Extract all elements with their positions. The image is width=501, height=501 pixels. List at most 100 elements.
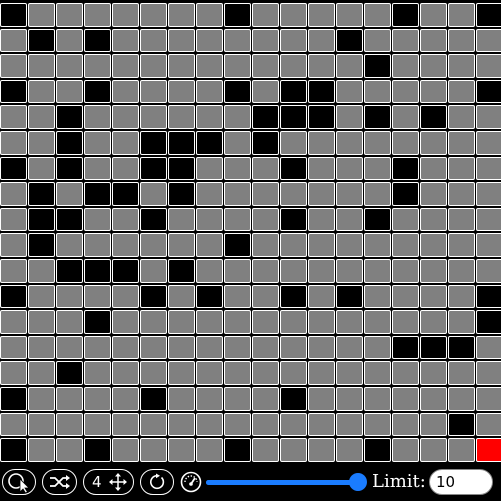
wall-cell[interactable] <box>140 386 167 411</box>
wall-cell[interactable] <box>280 284 307 309</box>
empty-cell[interactable] <box>0 105 27 129</box>
empty-cell[interactable] <box>196 386 223 411</box>
empty-cell[interactable] <box>84 130 111 155</box>
shuffle-button[interactable] <box>42 469 77 495</box>
empty-cell[interactable] <box>168 105 195 129</box>
reset-button[interactable] <box>140 469 174 495</box>
empty-cell[interactable] <box>196 310 223 334</box>
empty-cell[interactable] <box>476 105 501 129</box>
empty-cell[interactable] <box>392 54 419 78</box>
wall-cell[interactable] <box>0 284 27 309</box>
empty-cell[interactable] <box>28 54 55 78</box>
empty-cell[interactable] <box>140 54 167 78</box>
empty-cell[interactable] <box>420 284 447 309</box>
wall-cell[interactable] <box>0 156 27 181</box>
empty-cell[interactable] <box>280 412 307 437</box>
empty-cell[interactable] <box>56 284 83 309</box>
wall-cell[interactable] <box>448 412 475 437</box>
empty-cell[interactable] <box>420 3 447 27</box>
empty-cell[interactable] <box>308 412 335 437</box>
empty-cell[interactable] <box>28 361 55 385</box>
empty-cell[interactable] <box>476 182 501 206</box>
empty-cell[interactable] <box>336 258 363 283</box>
empty-cell[interactable] <box>56 233 83 257</box>
empty-cell[interactable] <box>168 3 195 27</box>
wall-cell[interactable] <box>280 105 307 129</box>
wall-cell[interactable] <box>56 207 83 232</box>
empty-cell[interactable] <box>140 438 167 462</box>
empty-cell[interactable] <box>392 105 419 129</box>
empty-cell[interactable] <box>476 258 501 283</box>
wall-cell[interactable] <box>364 105 391 129</box>
empty-cell[interactable] <box>0 54 27 78</box>
empty-cell[interactable] <box>112 386 139 411</box>
empty-cell[interactable] <box>420 182 447 206</box>
empty-cell[interactable] <box>420 438 447 462</box>
wall-cell[interactable] <box>28 182 55 206</box>
empty-cell[interactable] <box>112 28 139 53</box>
select-tool-button[interactable] <box>2 469 36 495</box>
empty-cell[interactable] <box>420 412 447 437</box>
empty-cell[interactable] <box>168 233 195 257</box>
empty-cell[interactable] <box>448 130 475 155</box>
empty-cell[interactable] <box>476 412 501 437</box>
empty-cell[interactable] <box>112 412 139 437</box>
empty-cell[interactable] <box>392 438 419 462</box>
wall-cell[interactable] <box>336 28 363 53</box>
empty-cell[interactable] <box>28 79 55 104</box>
empty-cell[interactable] <box>336 386 363 411</box>
empty-cell[interactable] <box>224 361 251 385</box>
empty-cell[interactable] <box>112 3 139 27</box>
wall-cell[interactable] <box>0 3 27 27</box>
empty-cell[interactable] <box>140 361 167 385</box>
empty-cell[interactable] <box>196 233 223 257</box>
empty-cell[interactable] <box>0 28 27 53</box>
empty-cell[interactable] <box>112 284 139 309</box>
wall-cell[interactable] <box>84 28 111 53</box>
wall-cell[interactable] <box>56 258 83 283</box>
wall-cell[interactable] <box>392 335 419 360</box>
empty-cell[interactable] <box>140 79 167 104</box>
empty-cell[interactable] <box>56 79 83 104</box>
empty-cell[interactable] <box>56 28 83 53</box>
wall-cell[interactable] <box>364 54 391 78</box>
wall-cell[interactable] <box>280 386 307 411</box>
empty-cell[interactable] <box>140 310 167 334</box>
wall-cell[interactable] <box>56 156 83 181</box>
empty-cell[interactable] <box>140 28 167 53</box>
empty-cell[interactable] <box>252 335 279 360</box>
empty-cell[interactable] <box>448 54 475 78</box>
empty-cell[interactable] <box>112 438 139 462</box>
empty-cell[interactable] <box>392 233 419 257</box>
empty-cell[interactable] <box>0 258 27 283</box>
empty-cell[interactable] <box>420 28 447 53</box>
wall-cell[interactable] <box>168 258 195 283</box>
empty-cell[interactable] <box>336 438 363 462</box>
empty-cell[interactable] <box>56 335 83 360</box>
wall-cell[interactable] <box>0 79 27 104</box>
empty-cell[interactable] <box>224 182 251 206</box>
empty-cell[interactable] <box>476 54 501 78</box>
empty-cell[interactable] <box>224 28 251 53</box>
empty-cell[interactable] <box>420 310 447 334</box>
empty-cell[interactable] <box>308 310 335 334</box>
empty-cell[interactable] <box>28 156 55 181</box>
empty-cell[interactable] <box>476 156 501 181</box>
empty-cell[interactable] <box>196 156 223 181</box>
empty-cell[interactable] <box>84 233 111 257</box>
empty-cell[interactable] <box>420 361 447 385</box>
empty-cell[interactable] <box>336 335 363 360</box>
speed-slider-thumb[interactable] <box>349 473 367 491</box>
wall-cell[interactable] <box>84 79 111 104</box>
empty-cell[interactable] <box>252 386 279 411</box>
empty-cell[interactable] <box>336 130 363 155</box>
empty-cell[interactable] <box>336 105 363 129</box>
wall-cell[interactable] <box>168 130 195 155</box>
empty-cell[interactable] <box>224 386 251 411</box>
wall-cell[interactable] <box>140 130 167 155</box>
empty-cell[interactable] <box>168 361 195 385</box>
empty-cell[interactable] <box>336 412 363 437</box>
wall-cell[interactable] <box>140 156 167 181</box>
empty-cell[interactable] <box>308 54 335 78</box>
empty-cell[interactable] <box>336 79 363 104</box>
